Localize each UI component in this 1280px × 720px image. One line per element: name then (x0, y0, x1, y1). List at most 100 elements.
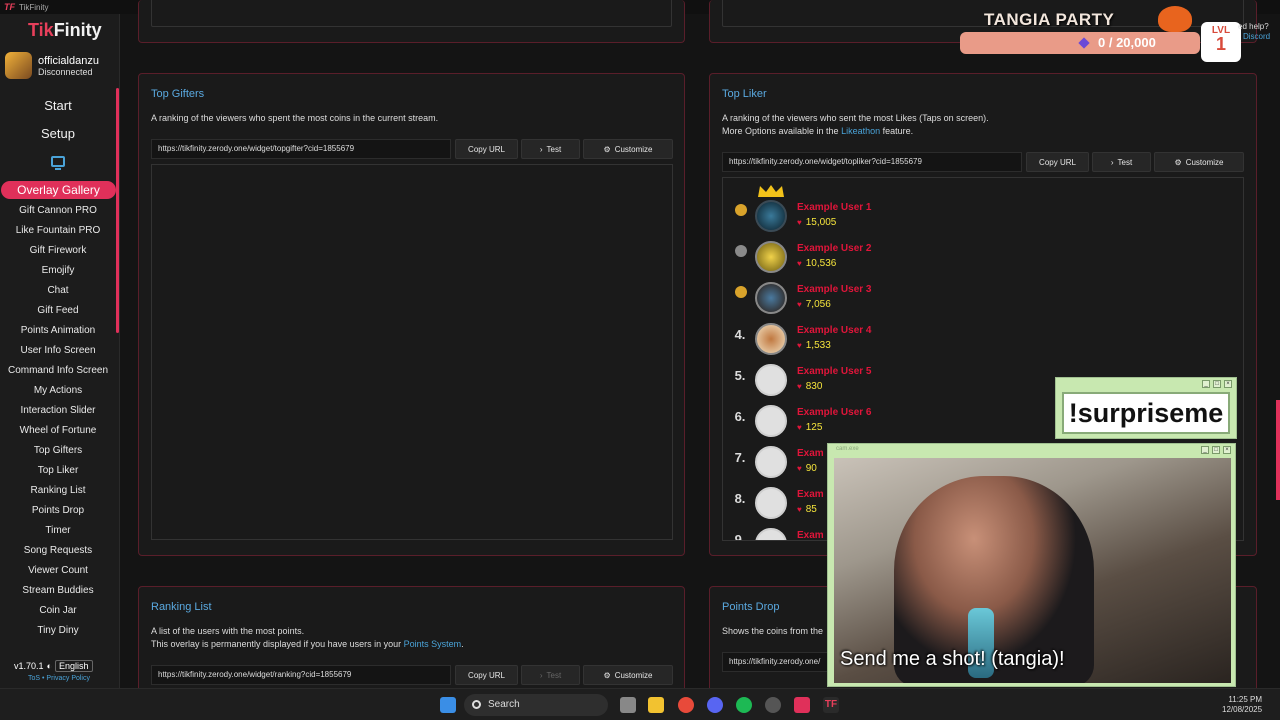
button-label: Customize (1185, 157, 1224, 167)
nav-item[interactable]: Like Fountain PRO (0, 221, 116, 241)
heart-icon: ♥ (797, 423, 802, 432)
nav-item[interactable]: Gift Feed (0, 301, 116, 321)
tos-link[interactable]: ToS (28, 675, 40, 682)
description-line: This overlay is permanently displayed if… (151, 638, 464, 651)
description-line: More Options available in the Likeathon … (722, 125, 989, 138)
minimize-icon[interactable]: _ (1201, 446, 1209, 454)
profile[interactable]: officialdanzu Disconnected (5, 52, 99, 79)
app-logo-icon: TF (4, 2, 15, 12)
widget-url-field[interactable]: https://tikfinity.zerody.one/widget/topg… (151, 139, 451, 159)
button-label: Customize (614, 144, 653, 154)
minimize-icon[interactable]: _ (1202, 380, 1210, 388)
user-name: Exam (797, 448, 824, 459)
copy-url-button[interactable]: Copy URL (455, 139, 518, 159)
widget-url-field[interactable]: https://tikfinity.zerody.one/widget/topl… (722, 152, 1022, 172)
surprise-command: !surpriseme (1062, 392, 1230, 434)
tiktok-icon[interactable] (794, 697, 810, 713)
nav-setup[interactable]: Setup (0, 126, 116, 141)
count: 85 (805, 504, 817, 515)
nav-item[interactable]: Command Info Screen (0, 361, 116, 381)
chrome-icon[interactable] (678, 697, 694, 713)
text: More Options available in the (722, 126, 839, 136)
test-button[interactable]: › Test (521, 139, 580, 159)
copy-url-button[interactable]: Copy URL (1026, 152, 1089, 172)
heart-icon: ♥ (797, 218, 802, 227)
test-button[interactable]: › Test (521, 665, 580, 685)
nav-item[interactable]: Gift Firework (0, 241, 116, 261)
discord-link[interactable]: Discord (1243, 32, 1270, 41)
party-count: 0 / 20,000 (1098, 35, 1156, 50)
task-view-icon[interactable] (620, 697, 636, 713)
nav-item[interactable]: Stream Buddies (0, 581, 116, 601)
nav-item[interactable]: Timer (0, 521, 116, 541)
user-name: Example User 3 (797, 284, 872, 295)
likeathon-link[interactable]: Likeathon (841, 126, 880, 136)
liker-row: 6. Example User 6 ♥ 125 (733, 405, 933, 445)
chevron-right-icon: › (539, 144, 543, 154)
file-explorer-icon[interactable] (648, 697, 664, 713)
nav-item[interactable]: Top Gifters (0, 441, 116, 461)
copy-url-button[interactable]: Copy URL (455, 665, 518, 685)
nav-item[interactable]: Ranking List (0, 481, 116, 501)
avatar (755, 364, 787, 396)
nav-item[interactable]: Viewer Count (0, 561, 116, 581)
like-count: ♥ 7,056 (797, 299, 831, 310)
clock-time: 11:25 PM (1228, 695, 1263, 704)
points-system-link[interactable]: Points System (404, 639, 462, 649)
maximize-icon[interactable]: □ (1213, 380, 1221, 388)
obs-icon[interactable] (765, 697, 781, 713)
customize-button[interactable]: ⚙ Customize (1154, 152, 1244, 172)
silver-medal-icon (735, 245, 747, 257)
main-scrollbar[interactable] (1276, 400, 1280, 500)
nav-item[interactable]: Tiny Diny (0, 621, 116, 641)
windows-start-icon[interactable] (440, 697, 456, 713)
monitor-icon[interactable] (51, 156, 65, 170)
privacy-link[interactable]: Privacy Policy (46, 675, 90, 682)
search-label: Search (488, 699, 520, 710)
customize-button[interactable]: ⚙ Customize (583, 139, 673, 159)
count: 125 (805, 422, 823, 433)
close-icon[interactable]: × (1224, 380, 1232, 388)
liker-row: 5. Example User 5 ♥ 830 (733, 364, 933, 404)
heart-icon: ♥ (797, 505, 802, 514)
nav-item[interactable]: Gift Cannon PRO (0, 201, 116, 221)
test-button[interactable]: › Test (1092, 152, 1151, 172)
system-clock: 11:25 PM 12/08/2025 (1222, 695, 1262, 715)
nav-item[interactable]: Emojify (0, 261, 116, 281)
nav-item[interactable]: My Actions (0, 381, 116, 401)
language-select[interactable]: English (54, 660, 93, 672)
nav-item[interactable]: Points Drop (0, 501, 116, 521)
description-line: A list of the users with the most points… (151, 626, 305, 636)
close-icon[interactable]: × (1223, 446, 1231, 454)
nav-item[interactable]: Chat (0, 281, 116, 301)
tikfinity-icon[interactable]: TF (823, 697, 839, 713)
text: . (461, 639, 464, 649)
button-label: Copy URL (468, 144, 505, 154)
liker-row: Example User 1 ♥ 15,005 (733, 185, 933, 240)
spotify-icon[interactable] (736, 697, 752, 713)
separator: • (42, 675, 45, 682)
card-preview-edge (151, 0, 672, 27)
maximize-icon[interactable]: □ (1212, 446, 1220, 454)
discord-icon[interactable] (707, 697, 723, 713)
user-name: Example User 6 (797, 407, 872, 418)
widget-preview (151, 164, 673, 540)
nav-item[interactable]: Song Requests (0, 541, 116, 561)
card-description: A list of the users with the most points… (151, 625, 464, 651)
nav-item[interactable]: User Info Screen (0, 341, 116, 361)
help-text: ed help? (1238, 22, 1269, 31)
nav-overlay-gallery[interactable]: Overlay Gallery (1, 181, 116, 199)
sidebar-scrollbar[interactable] (116, 88, 119, 333)
nav-start[interactable]: Start (0, 98, 116, 113)
webcam-feed: Send me a shot! (tangia)! (834, 458, 1231, 683)
nav-item[interactable]: Wheel of Fortune (0, 421, 116, 441)
nav-item[interactable]: Coin Jar (0, 601, 116, 621)
avatar (755, 200, 787, 232)
nav-item[interactable]: Top Liker (0, 461, 116, 481)
widget-url-field[interactable]: https://tikfinity.zerody.one/widget/rank… (151, 665, 451, 685)
nav-item[interactable]: Points Animation (0, 321, 116, 341)
cam-caption: Send me a shot! (tangia)! (840, 648, 1065, 670)
nav-item[interactable]: Interaction Slider (0, 401, 116, 421)
taskbar-search[interactable]: Search (464, 694, 608, 716)
customize-button[interactable]: ⚙ Customize (583, 665, 673, 685)
